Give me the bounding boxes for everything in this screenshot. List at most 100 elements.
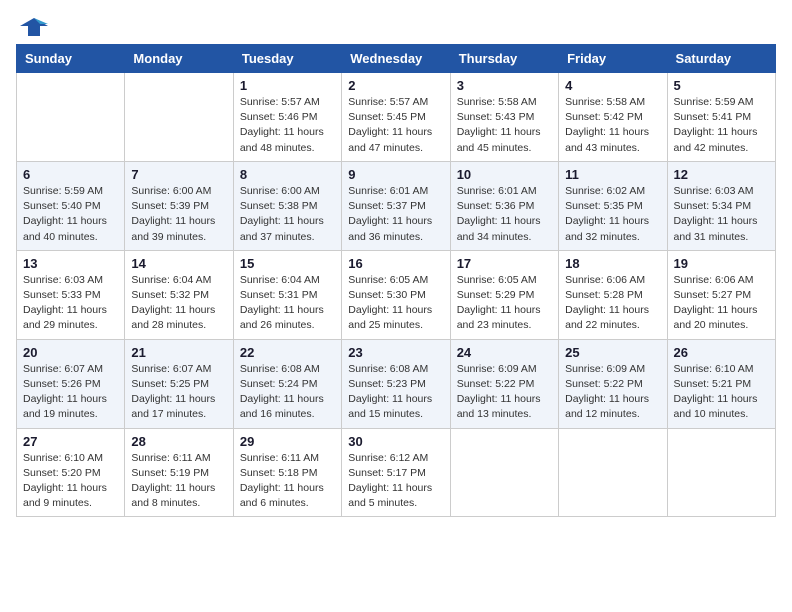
- calendar-cell: 7 Sunrise: 6:00 AM Sunset: 5:39 PM Daylig…: [125, 161, 233, 250]
- day-number: 11: [565, 167, 660, 182]
- calendar-week-row: 6Sunrise: 5:59 AM Sunset: 5:40 PM Daylig…: [17, 161, 776, 250]
- calendar-cell: 28Sunrise: 6:11 AM Sunset: 5:19 PM Dayli…: [125, 428, 233, 517]
- calendar-cell: 22 Sunrise: 6:08 AM Sunset: 5:24 PM Dayli…: [233, 339, 341, 428]
- day-number: 12: [674, 167, 769, 182]
- calendar-cell: 15Sunrise: 6:04 AM Sunset: 5:31 PM Dayli…: [233, 250, 341, 339]
- day-number: 14: [131, 256, 226, 271]
- day-info: Sunrise: 6:09 AM Sunset: 5:22 PM Dayligh…: [457, 362, 552, 423]
- calendar-cell: 8 Sunrise: 6:00 AM Sunset: 5:38 PM Daylig…: [233, 161, 341, 250]
- day-info: Sunrise: 6:05 AM Sunset: 5:30 PM Dayligh…: [348, 273, 443, 334]
- logo: [16, 16, 48, 34]
- calendar-cell: 26 Sunrise: 6:10 AM Sunset: 5:21 PM Dayli…: [667, 339, 775, 428]
- calendar-cell: 12Sunrise: 6:03 AM Sunset: 5:34 PM Dayli…: [667, 161, 775, 250]
- calendar-cell: 4 Sunrise: 5:58 AM Sunset: 5:42 PM Daylig…: [559, 73, 667, 162]
- calendar-cell: 11Sunrise: 6:02 AM Sunset: 5:35 PM Dayli…: [559, 161, 667, 250]
- day-number: 1: [240, 78, 335, 93]
- calendar-cell: 1 Sunrise: 5:57 AM Sunset: 5:46 PM Daylig…: [233, 73, 341, 162]
- calendar-week-row: 20 Sunrise: 6:07 AM Sunset: 5:26 PM Dayli…: [17, 339, 776, 428]
- day-info: Sunrise: 6:04 AM Sunset: 5:32 PM Dayligh…: [131, 273, 226, 334]
- day-info: Sunrise: 5:57 AM Sunset: 5:45 PM Dayligh…: [348, 95, 443, 156]
- day-number: 8: [240, 167, 335, 182]
- day-number: 20: [23, 345, 118, 360]
- calendar-cell: 19Sunrise: 6:06 AM Sunset: 5:27 PM Dayli…: [667, 250, 775, 339]
- day-number: 3: [457, 78, 552, 93]
- calendar-cell: [559, 428, 667, 517]
- day-number: 9: [348, 167, 443, 182]
- day-info: Sunrise: 6:08 AM Sunset: 5:23 PM Dayligh…: [348, 362, 443, 423]
- day-info: Sunrise: 6:05 AM Sunset: 5:29 PM Dayligh…: [457, 273, 552, 334]
- day-info: Sunrise: 6:00 AM Sunset: 5:39 PM Dayligh…: [131, 184, 226, 245]
- calendar-cell: [17, 73, 125, 162]
- day-info: Sunrise: 6:03 AM Sunset: 5:33 PM Dayligh…: [23, 273, 118, 334]
- day-number: 21: [131, 345, 226, 360]
- day-number: 23: [348, 345, 443, 360]
- calendar-week-row: 27 Sunrise: 6:10 AM Sunset: 5:20 PM Dayli…: [17, 428, 776, 517]
- day-info: Sunrise: 6:07 AM Sunset: 5:26 PM Dayligh…: [23, 362, 118, 423]
- calendar-cell: 5 Sunrise: 5:59 AM Sunset: 5:41 PM Daylig…: [667, 73, 775, 162]
- col-header-monday: Monday: [125, 45, 233, 73]
- day-number: 27: [23, 434, 118, 449]
- calendar-cell: 2 Sunrise: 5:57 AM Sunset: 5:45 PM Daylig…: [342, 73, 450, 162]
- calendar-cell: 21 Sunrise: 6:07 AM Sunset: 5:25 PM Dayli…: [125, 339, 233, 428]
- calendar-cell: 16 Sunrise: 6:05 AM Sunset: 5:30 PM Dayli…: [342, 250, 450, 339]
- day-number: 29: [240, 434, 335, 449]
- day-number: 2: [348, 78, 443, 93]
- col-header-friday: Friday: [559, 45, 667, 73]
- day-info: Sunrise: 6:09 AM Sunset: 5:22 PM Dayligh…: [565, 362, 660, 423]
- col-header-tuesday: Tuesday: [233, 45, 341, 73]
- day-number: 13: [23, 256, 118, 271]
- calendar-header-row: SundayMondayTuesdayWednesdayThursdayFrid…: [17, 45, 776, 73]
- calendar-week-row: 13 Sunrise: 6:03 AM Sunset: 5:33 PM Dayli…: [17, 250, 776, 339]
- day-info: Sunrise: 6:07 AM Sunset: 5:25 PM Dayligh…: [131, 362, 226, 423]
- day-info: Sunrise: 5:58 AM Sunset: 5:42 PM Dayligh…: [565, 95, 660, 156]
- day-info: Sunrise: 6:11 AM Sunset: 5:18 PM Dayligh…: [240, 451, 335, 512]
- day-info: Sunrise: 5:59 AM Sunset: 5:41 PM Dayligh…: [674, 95, 769, 156]
- day-number: 18: [565, 256, 660, 271]
- day-info: Sunrise: 6:00 AM Sunset: 5:38 PM Dayligh…: [240, 184, 335, 245]
- calendar-cell: 29 Sunrise: 6:11 AM Sunset: 5:18 PM Dayli…: [233, 428, 341, 517]
- calendar-table: SundayMondayTuesdayWednesdayThursdayFrid…: [16, 44, 776, 517]
- day-number: 17: [457, 256, 552, 271]
- calendar-cell: 13 Sunrise: 6:03 AM Sunset: 5:33 PM Dayli…: [17, 250, 125, 339]
- day-number: 22: [240, 345, 335, 360]
- col-header-thursday: Thursday: [450, 45, 558, 73]
- day-info: Sunrise: 6:01 AM Sunset: 5:36 PM Dayligh…: [457, 184, 552, 245]
- header: [16, 16, 776, 34]
- day-number: 5: [674, 78, 769, 93]
- day-info: Sunrise: 5:59 AM Sunset: 5:40 PM Dayligh…: [23, 184, 118, 245]
- day-number: 10: [457, 167, 552, 182]
- col-header-sunday: Sunday: [17, 45, 125, 73]
- day-info: Sunrise: 6:10 AM Sunset: 5:21 PM Dayligh…: [674, 362, 769, 423]
- day-info: Sunrise: 6:12 AM Sunset: 5:17 PM Dayligh…: [348, 451, 443, 512]
- day-info: Sunrise: 6:06 AM Sunset: 5:28 PM Dayligh…: [565, 273, 660, 334]
- calendar-cell: 10 Sunrise: 6:01 AM Sunset: 5:36 PM Dayli…: [450, 161, 558, 250]
- day-info: Sunrise: 6:11 AM Sunset: 5:19 PM Dayligh…: [131, 451, 226, 512]
- calendar-cell: 14 Sunrise: 6:04 AM Sunset: 5:32 PM Dayli…: [125, 250, 233, 339]
- day-number: 26: [674, 345, 769, 360]
- day-info: Sunrise: 5:57 AM Sunset: 5:46 PM Dayligh…: [240, 95, 335, 156]
- logo-bird-icon: [20, 16, 48, 38]
- calendar-cell: 27 Sunrise: 6:10 AM Sunset: 5:20 PM Dayli…: [17, 428, 125, 517]
- calendar-cell: 20 Sunrise: 6:07 AM Sunset: 5:26 PM Dayli…: [17, 339, 125, 428]
- calendar-cell: 24 Sunrise: 6:09 AM Sunset: 5:22 PM Dayli…: [450, 339, 558, 428]
- calendar-cell: 9 Sunrise: 6:01 AM Sunset: 5:37 PM Daylig…: [342, 161, 450, 250]
- calendar-cell: 25Sunrise: 6:09 AM Sunset: 5:22 PM Dayli…: [559, 339, 667, 428]
- day-number: 7: [131, 167, 226, 182]
- day-info: Sunrise: 6:01 AM Sunset: 5:37 PM Dayligh…: [348, 184, 443, 245]
- day-number: 16: [348, 256, 443, 271]
- day-number: 4: [565, 78, 660, 93]
- day-number: 30: [348, 434, 443, 449]
- day-info: Sunrise: 6:10 AM Sunset: 5:20 PM Dayligh…: [23, 451, 118, 512]
- day-info: Sunrise: 5:58 AM Sunset: 5:43 PM Dayligh…: [457, 95, 552, 156]
- calendar-cell: 17 Sunrise: 6:05 AM Sunset: 5:29 PM Dayli…: [450, 250, 558, 339]
- calendar-cell: 3 Sunrise: 5:58 AM Sunset: 5:43 PM Daylig…: [450, 73, 558, 162]
- calendar-cell: 30 Sunrise: 6:12 AM Sunset: 5:17 PM Dayli…: [342, 428, 450, 517]
- calendar-cell: 6Sunrise: 5:59 AM Sunset: 5:40 PM Daylig…: [17, 161, 125, 250]
- calendar-cell: [125, 73, 233, 162]
- day-number: 24: [457, 345, 552, 360]
- calendar-cell: [667, 428, 775, 517]
- day-info: Sunrise: 6:08 AM Sunset: 5:24 PM Dayligh…: [240, 362, 335, 423]
- calendar-cell: 23 Sunrise: 6:08 AM Sunset: 5:23 PM Dayli…: [342, 339, 450, 428]
- day-info: Sunrise: 6:06 AM Sunset: 5:27 PM Dayligh…: [674, 273, 769, 334]
- calendar-cell: 18 Sunrise: 6:06 AM Sunset: 5:28 PM Dayli…: [559, 250, 667, 339]
